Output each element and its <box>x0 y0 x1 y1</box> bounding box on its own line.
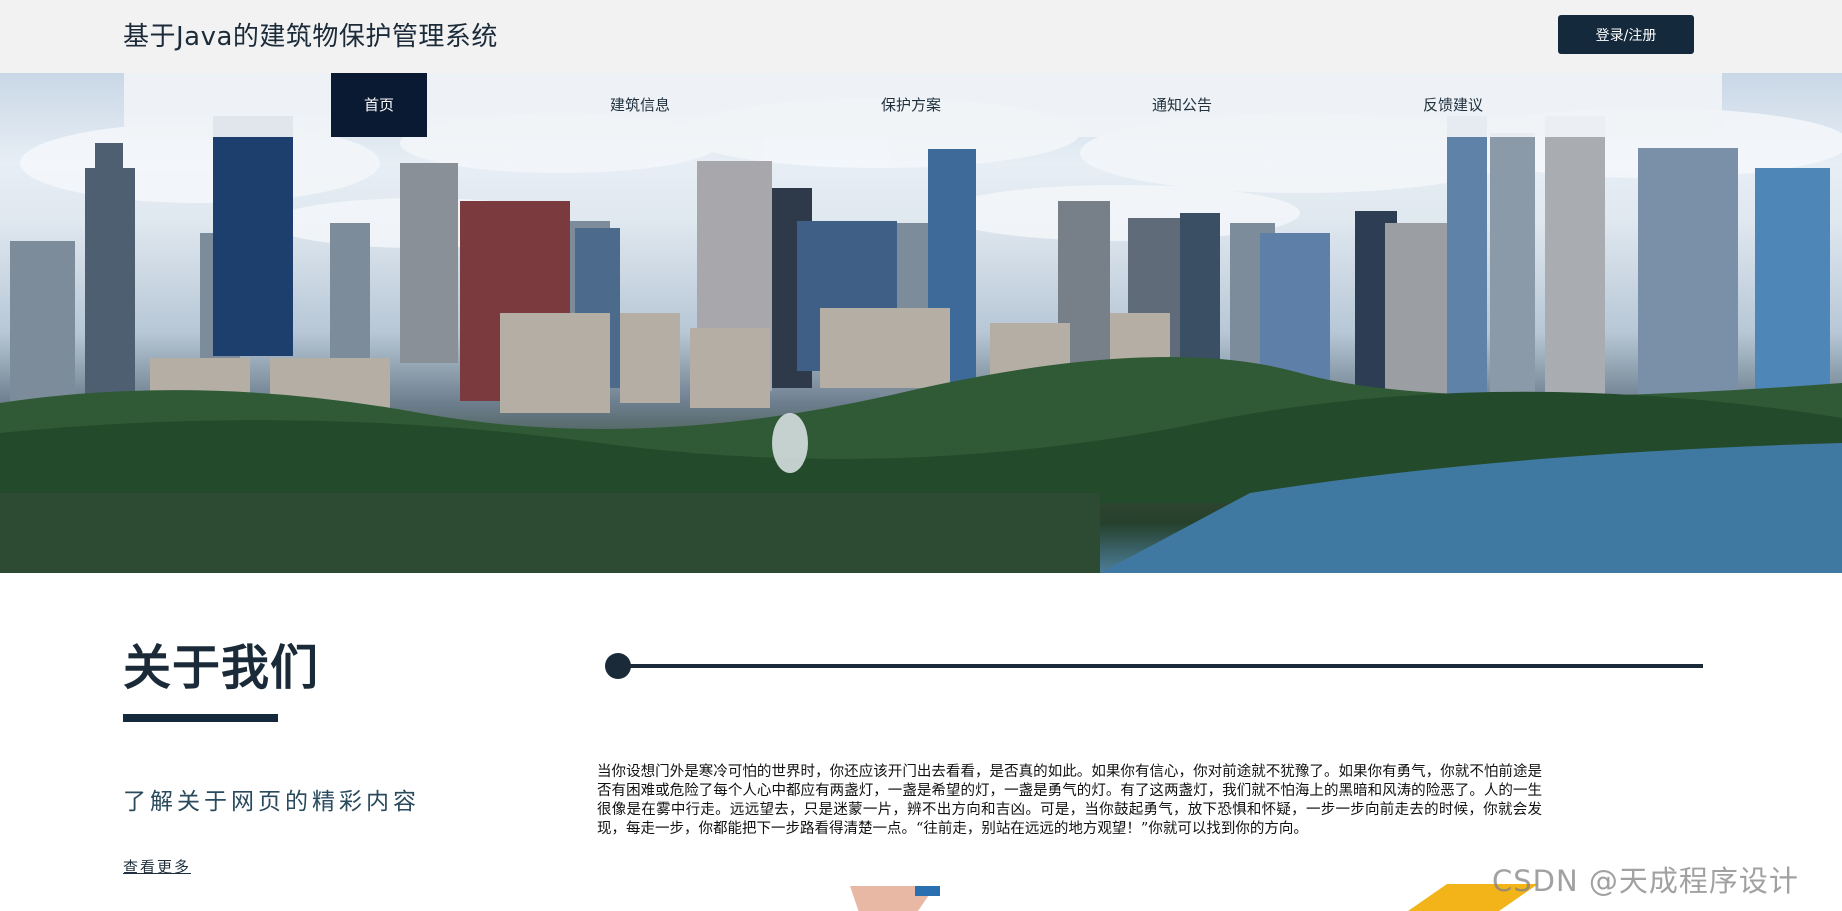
about-subtitle: 了解关于网页的精彩内容 <box>123 789 420 815</box>
nav-item-protection-plan[interactable]: 保护方案 <box>851 73 971 137</box>
page: 基于Java的建筑物保护管理系统 登录/注册 首页 建筑信息 保护方案 通知公告… <box>0 0 1842 911</box>
hero-skyline-image <box>0 73 1842 573</box>
csdn-watermark: CSDN @天成程序设计 <box>1492 864 1799 898</box>
nav-item-notices[interactable]: 通知公告 <box>1122 73 1242 137</box>
timeline-line <box>625 664 1703 668</box>
nav-item-feedback[interactable]: 反馈建议 <box>1393 73 1513 137</box>
site-title: 基于Java的建筑物保护管理系统 <box>123 22 498 52</box>
about-title: 关于我们 <box>123 640 320 696</box>
decorative-image-left-accent <box>915 886 940 896</box>
about-title-underline <box>123 714 278 722</box>
view-more-link[interactable]: 查看更多 <box>123 856 191 877</box>
nav-item-home[interactable]: 首页 <box>331 73 427 137</box>
top-bar: 基于Java的建筑物保护管理系统 登录/注册 <box>0 0 1842 73</box>
login-register-button[interactable]: 登录/注册 <box>1558 15 1694 54</box>
skyline-illustration <box>0 98 1842 573</box>
nav-item-building-info[interactable]: 建筑信息 <box>580 73 700 137</box>
main-nav: 首页 建筑信息 保护方案 通知公告 反馈建议 <box>124 73 1722 137</box>
about-description: 当你设想门外是寒冷可怕的世界时，你还应该开门出去看看，是否真的如此。如果你有信心… <box>597 764 1542 837</box>
